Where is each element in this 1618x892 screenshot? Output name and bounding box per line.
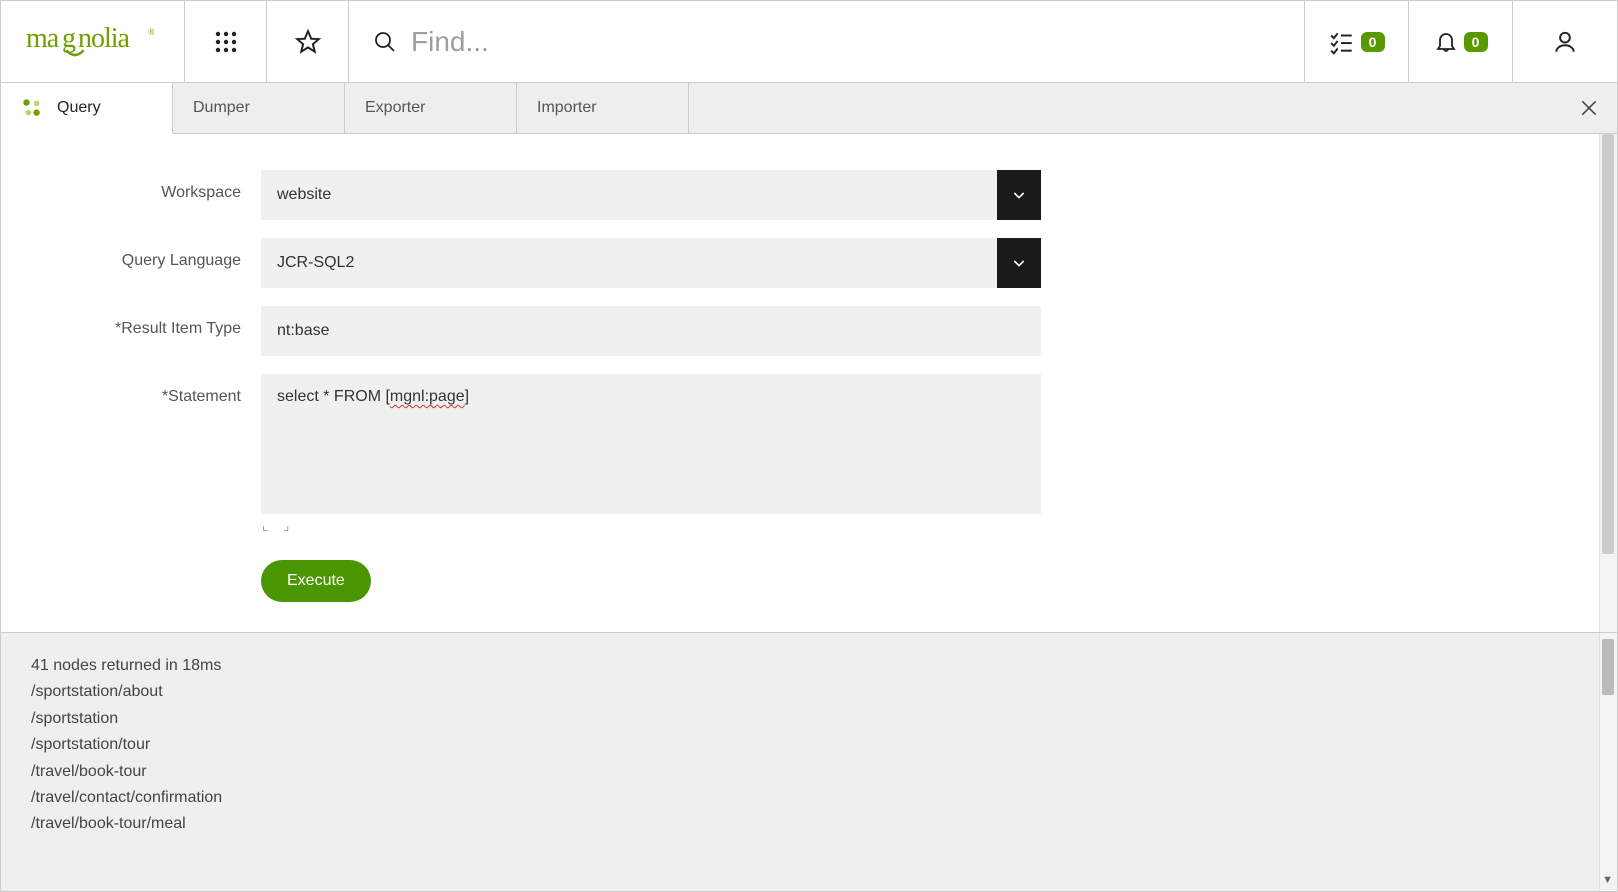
language-label: Query Language: [1, 238, 261, 270]
svg-text:nolia: nolia: [78, 25, 131, 54]
tasks-badge: 0: [1361, 32, 1385, 52]
workspace-select[interactable]: [261, 170, 997, 220]
star-icon: [295, 29, 321, 55]
notifications-button[interactable]: 0: [1409, 1, 1513, 82]
app-launcher-button[interactable]: [185, 1, 267, 82]
tab-label: Query: [57, 99, 101, 117]
tab-label: Dumper: [193, 99, 250, 117]
expand-icon[interactable]: ⌞ ⌟: [261, 518, 1617, 534]
language-dropdown-toggle[interactable]: [997, 238, 1041, 288]
favorites-button[interactable]: [267, 1, 349, 82]
svg-text:®: ®: [148, 27, 155, 37]
search-input[interactable]: [411, 26, 1280, 58]
query-tool-icon: [21, 97, 43, 119]
result-row: /travel/book-tour: [31, 759, 1587, 785]
tab-dumper[interactable]: Dumper: [173, 83, 345, 133]
app-header: ma g nolia ®: [1, 1, 1617, 83]
tasks-button[interactable]: 0: [1305, 1, 1409, 82]
tab-importer[interactable]: Importer: [517, 83, 689, 133]
results-scrollbar-thumb[interactable]: [1602, 639, 1614, 695]
result-row: /sportstation: [31, 706, 1587, 732]
tab-query[interactable]: Query: [1, 83, 173, 134]
tab-bar: Query Dumper Exporter Importer: [1, 83, 1617, 134]
content-area: Workspace Query Language: [1, 134, 1617, 891]
svg-text:g: g: [62, 25, 76, 54]
results-summary: 41 nodes returned in 18ms: [31, 653, 1587, 679]
apps-grid-icon: [215, 31, 237, 53]
chevron-down-icon: [1011, 187, 1027, 203]
results-panel: 41 nodes returned in 18ms /sportstation/…: [1, 632, 1617, 891]
notifications-badge: 0: [1464, 32, 1488, 52]
query-form: Workspace Query Language: [1, 134, 1617, 632]
statement-input[interactable]: select * FROM [mgnl:page]: [261, 374, 1041, 514]
search-bar[interactable]: [349, 1, 1305, 82]
language-select[interactable]: [261, 238, 997, 288]
user-icon: [1552, 29, 1578, 55]
workspace-dropdown-toggle[interactable]: [997, 170, 1041, 220]
tab-label: Importer: [537, 99, 597, 117]
results-scrollbar-track[interactable]: ▼: [1599, 633, 1617, 891]
result-row: /sportstation/about: [31, 679, 1587, 705]
form-scrollbar-thumb[interactable]: [1602, 134, 1614, 554]
user-menu[interactable]: [1513, 1, 1617, 82]
tab-exporter[interactable]: Exporter: [345, 83, 517, 133]
chevron-down-icon: [1011, 255, 1027, 271]
logo[interactable]: ma g nolia ®: [1, 1, 185, 82]
result-row: /travel/contact/confirmation: [31, 785, 1587, 811]
result-type-label: *Result Item Type: [1, 306, 261, 338]
tab-label: Exporter: [365, 99, 425, 117]
workspace-label: Workspace: [1, 170, 261, 202]
result-row: /sportstation/tour: [31, 732, 1587, 758]
result-type-input[interactable]: [261, 306, 1041, 356]
statement-prefix: select * FROM [: [277, 388, 390, 405]
statement-suffix: ]: [465, 388, 469, 405]
svg-text:ma: ma: [26, 25, 60, 54]
bell-icon: [1434, 30, 1458, 54]
form-scrollbar-track[interactable]: [1599, 134, 1617, 632]
close-icon[interactable]: [1579, 98, 1599, 118]
result-row: /travel/book-tour/meal: [31, 811, 1587, 837]
tasks-icon: [1329, 29, 1355, 55]
statement-label: *Statement: [1, 374, 261, 406]
statement-underlined: mgnl:page: [390, 388, 465, 405]
scroll-down-arrow-icon[interactable]: ▼: [1602, 871, 1613, 889]
search-icon: [373, 30, 397, 54]
execute-button[interactable]: Execute: [261, 560, 371, 602]
